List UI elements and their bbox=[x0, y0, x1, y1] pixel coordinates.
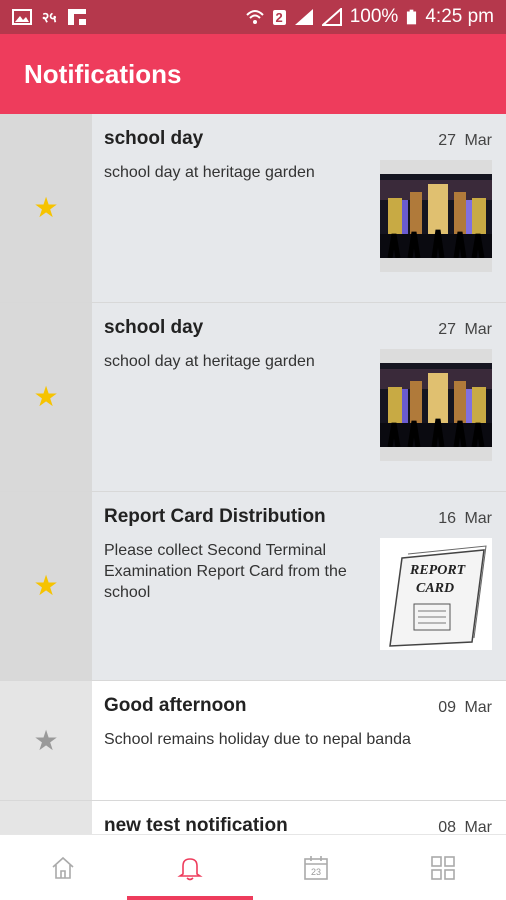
star-column[interactable]: ★ bbox=[0, 114, 92, 302]
notification-item[interactable]: ★ school day 27 Mar school day at herita… bbox=[0, 303, 506, 492]
tab-calendar[interactable]: 23 bbox=[253, 835, 380, 900]
clock: 4:25 pm bbox=[425, 6, 494, 27]
grid-icon bbox=[430, 855, 455, 880]
notification-item[interactable]: ★ school day 27 Mar school day at herita… bbox=[0, 114, 506, 303]
star-column[interactable]: ★ bbox=[0, 492, 92, 680]
notification-item[interactable]: ★ new test notification 08 Mar bbox=[0, 801, 506, 834]
tab-notifications[interactable] bbox=[126, 835, 254, 900]
tab-home[interactable] bbox=[0, 835, 127, 900]
calendar-day: 23 bbox=[311, 867, 321, 877]
home-icon bbox=[52, 856, 74, 879]
notification-list[interactable]: ★ school day 27 Mar school day at herita… bbox=[0, 114, 506, 834]
notification-date: 09 Mar bbox=[438, 699, 492, 716]
report-card-image[interactable]: REPORT CARD bbox=[380, 538, 492, 650]
data-saver-icon: २५ bbox=[42, 8, 57, 25]
star-icon[interactable]: ★ bbox=[33, 383, 58, 411]
notification-body: school day at heritage garden bbox=[104, 353, 315, 370]
app-bar: Notifications bbox=[0, 34, 506, 114]
notification-item[interactable]: ★ Report Card Distribution 16 Mar Please… bbox=[0, 492, 506, 681]
bell-icon bbox=[177, 857, 203, 880]
notification-date: 27 Mar bbox=[438, 132, 492, 149]
battery-level: 100% bbox=[349, 6, 399, 27]
report-card-illustration: REPORT CARD bbox=[389, 545, 487, 647]
notification-item[interactable]: ★ Good afternoon 09 Mar School remains h… bbox=[0, 681, 506, 801]
battery-icon bbox=[407, 9, 417, 25]
notification-title: Report Card Distribution bbox=[104, 506, 326, 527]
calendar-icon: 23 bbox=[304, 855, 329, 880]
star-column[interactable]: ★ bbox=[0, 801, 92, 834]
notification-body: Please collect Second Terminal Examinati… bbox=[104, 542, 347, 601]
heritage-garden-photo[interactable] bbox=[380, 160, 492, 272]
star-icon[interactable]: ★ bbox=[33, 194, 58, 222]
page-title: Notifications bbox=[24, 58, 182, 89]
photo-image bbox=[380, 174, 492, 258]
notification-date: 08 Mar bbox=[438, 819, 492, 834]
tab-more[interactable] bbox=[380, 835, 506, 900]
notification-date: 16 Mar bbox=[438, 510, 492, 527]
heritage-garden-photo[interactable] bbox=[380, 349, 492, 461]
bottom-tab-bar: 23 bbox=[0, 834, 506, 900]
report-card-text-1: REPORT bbox=[409, 563, 467, 578]
image-icon bbox=[12, 9, 32, 25]
signal-icon bbox=[294, 9, 313, 25]
star-column[interactable]: ★ bbox=[0, 681, 92, 800]
star-column[interactable]: ★ bbox=[0, 303, 92, 491]
signal-icon-2 bbox=[321, 8, 342, 26]
star-icon[interactable]: ★ bbox=[33, 572, 58, 600]
notification-title: Good afternoon bbox=[104, 695, 247, 716]
star-icon[interactable]: ★ bbox=[33, 726, 58, 755]
photo-image bbox=[380, 363, 492, 447]
status-bar: २५ 2 100% 4:25 pm bbox=[0, 0, 506, 34]
wifi-icon bbox=[245, 10, 264, 24]
notification-title: new test notification bbox=[104, 815, 288, 834]
notification-title: school day bbox=[104, 128, 204, 149]
notification-date: 27 Mar bbox=[438, 321, 492, 338]
report-card-text-2: CARD bbox=[416, 581, 454, 596]
flipboard-icon bbox=[67, 9, 86, 25]
notification-title: school day bbox=[104, 317, 204, 338]
sim-2-icon: 2 bbox=[272, 9, 286, 25]
notification-body: School remains holiday due to nepal band… bbox=[104, 731, 411, 748]
notification-body: school day at heritage garden bbox=[104, 164, 315, 181]
